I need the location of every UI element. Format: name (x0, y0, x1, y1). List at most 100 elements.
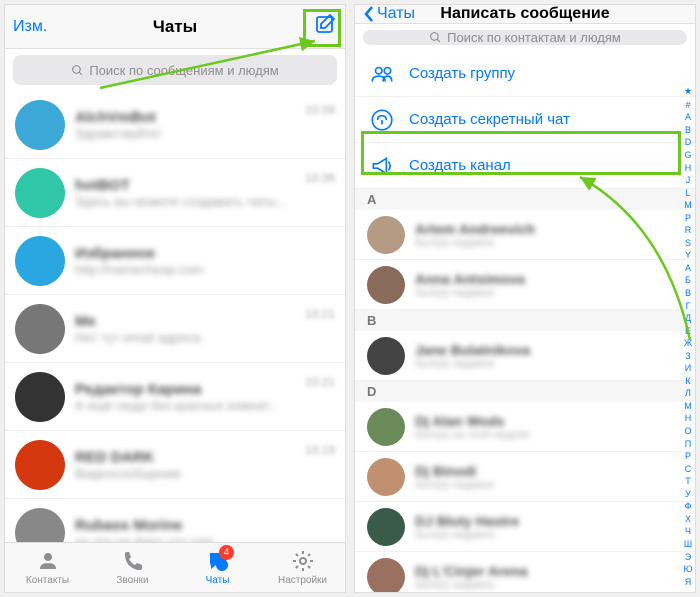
index-letter[interactable]: Л (682, 388, 694, 398)
search-placeholder: Поиск по контактам и людям (447, 30, 621, 45)
create-channel[interactable]: Создать канал (355, 143, 695, 189)
index-letter[interactable]: A (682, 112, 694, 122)
search-input[interactable]: Поиск по контактам и людям (363, 30, 687, 45)
contact-row[interactable]: Dj L'Cinjer Arena был(а) недавно (355, 552, 695, 593)
avatar (15, 168, 65, 218)
chat-list: AlchVmBot Здравствуйте! 10:39 hotBOT Зде… (5, 91, 345, 542)
index-letter[interactable]: P (682, 213, 694, 223)
avatar (15, 236, 65, 286)
index-letter[interactable]: Б (682, 275, 694, 285)
index-letter[interactable]: Е (682, 326, 694, 336)
index-letter[interactable]: О (682, 426, 694, 436)
section-header: B (355, 310, 695, 331)
alpha-index[interactable]: ★ # ABDGHJLMPRSYАБВГДЕЖЗИКЛМНОПРСТУФХЧШЭЮЯ (682, 85, 694, 588)
chat-row[interactable]: Me Нет тут email адреса 10:21 (5, 295, 345, 363)
new-message-screen: Чаты Написать сообщение Поиск по контакт… (354, 4, 696, 593)
index-letter[interactable]: # (682, 100, 694, 110)
index-letter[interactable]: Я (682, 577, 694, 587)
index-letter[interactable]: К (682, 376, 694, 386)
index-letter[interactable]: Н (682, 413, 694, 423)
contact-row[interactable]: DJ Bluty Hastre был(а) недавно (355, 502, 695, 552)
avatar (367, 337, 405, 375)
index-letter[interactable]: Р (682, 451, 694, 461)
index-letter[interactable]: Ф (682, 501, 694, 511)
contacts-list: A Artem Andreevich был(а) недавно Anna A… (355, 189, 695, 593)
index-letter[interactable]: Ш (682, 539, 694, 549)
compose-button[interactable] (313, 12, 337, 41)
index-letter[interactable]: B (682, 125, 694, 135)
index-letter[interactable]: З (682, 351, 694, 361)
tab-chats[interactable]: Чаты 4 (175, 543, 260, 592)
create-group[interactable]: Создать группу (355, 51, 695, 97)
avatar (367, 558, 405, 594)
avatar (367, 458, 405, 496)
index-letter[interactable]: ★ (682, 86, 694, 97)
index-letter[interactable]: У (682, 489, 694, 499)
contact-icon (36, 549, 60, 573)
nav-bar: Чаты Написать сообщение (355, 5, 695, 24)
index-letter[interactable]: И (682, 363, 694, 373)
search-placeholder: Поиск по сообщениям и людям (89, 63, 278, 78)
chat-row[interactable]: Rubass Morine но это не факт что там... (5, 499, 345, 542)
index-letter[interactable]: Y (682, 250, 694, 260)
search-input[interactable]: Поиск по сообщениям и людям (13, 55, 337, 85)
index-letter[interactable]: П (682, 439, 694, 449)
index-letter[interactable]: Д (682, 313, 694, 323)
section-header: A (355, 189, 695, 210)
chat-row[interactable]: AlchVmBot Здравствуйте! 10:39 (5, 91, 345, 159)
index-letter[interactable]: С (682, 464, 694, 474)
tab-contacts[interactable]: Контакты (5, 543, 90, 592)
index-letter[interactable]: G (682, 150, 694, 160)
avatar (15, 508, 65, 543)
contact-row[interactable]: Artem Andreevich был(а) недавно (355, 210, 695, 260)
create-secret-chat[interactable]: Создать секретный чат (355, 97, 695, 143)
index-letter[interactable]: В (682, 288, 694, 298)
megaphone-icon (369, 153, 395, 179)
index-letter[interactable]: Ч (682, 526, 694, 536)
tab-calls[interactable]: Звонки (90, 543, 175, 592)
gear-icon (291, 549, 315, 573)
index-letter[interactable]: M (682, 200, 694, 210)
chevron-left-icon (363, 5, 375, 23)
nav-bar: Изм. Чаты (5, 5, 345, 49)
index-letter[interactable]: Ж (682, 338, 694, 348)
avatar (15, 440, 65, 490)
avatar (15, 100, 65, 150)
edit-button[interactable]: Изм. (13, 18, 73, 36)
avatar (367, 508, 405, 546)
index-letter[interactable]: Э (682, 552, 694, 562)
back-button[interactable]: Чаты (363, 5, 423, 23)
group-icon (369, 61, 395, 87)
chat-row[interactable]: Редактор Карина А ещё сюда без красных к… (5, 363, 345, 431)
chat-row[interactable]: RED DARK Видеосообщение 10:19 (5, 431, 345, 499)
tab-settings[interactable]: Настройки (260, 543, 345, 592)
contact-row[interactable]: Dj Alan Wods был(а) на этой неделе (355, 402, 695, 452)
phone-icon (121, 549, 145, 573)
unread-badge: 4 (219, 545, 234, 560)
chat-row[interactable]: Избранное http://namecheap.com (5, 227, 345, 295)
section-header: D (355, 381, 695, 402)
avatar (15, 372, 65, 422)
index-letter[interactable]: J (682, 175, 694, 185)
index-letter[interactable]: Х (682, 514, 694, 524)
search-icon (71, 64, 84, 77)
index-letter[interactable]: R (682, 225, 694, 235)
index-letter[interactable]: А (682, 263, 694, 273)
contact-row[interactable]: Anna Antsimova был(а) недавно (355, 260, 695, 310)
index-letter[interactable]: H (682, 163, 694, 173)
index-letter[interactable]: Ю (682, 564, 694, 574)
index-letter[interactable]: S (682, 238, 694, 248)
index-letter[interactable]: D (682, 137, 694, 147)
chat-row[interactable]: hotBOT Здесь вы можете создавать чаты...… (5, 159, 345, 227)
contact-row[interactable]: Dj Binodi был(а) недавно (355, 452, 695, 502)
contact-row[interactable]: Jane Bulatnikova был(а) недавно (355, 331, 695, 381)
index-letter[interactable]: L (682, 188, 694, 198)
index-letter[interactable]: М (682, 401, 694, 411)
avatar (15, 304, 65, 354)
chats-screen: Изм. Чаты Поиск по сообщениям и людям Al… (4, 4, 346, 593)
index-letter[interactable]: Г (682, 301, 694, 311)
index-letter[interactable]: Т (682, 476, 694, 486)
compose-icon (313, 12, 337, 36)
avatar (367, 408, 405, 446)
avatar (367, 266, 405, 304)
